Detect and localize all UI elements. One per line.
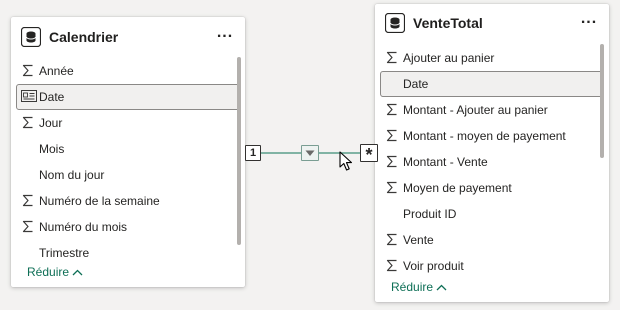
filter-direction-icon[interactable] (301, 145, 319, 161)
mouse-pointer-icon (339, 151, 353, 171)
triangle-down-icon (305, 150, 315, 156)
cardinality-one-badge: 1 (245, 145, 261, 161)
cardinality-many-badge: * (360, 144, 378, 165)
